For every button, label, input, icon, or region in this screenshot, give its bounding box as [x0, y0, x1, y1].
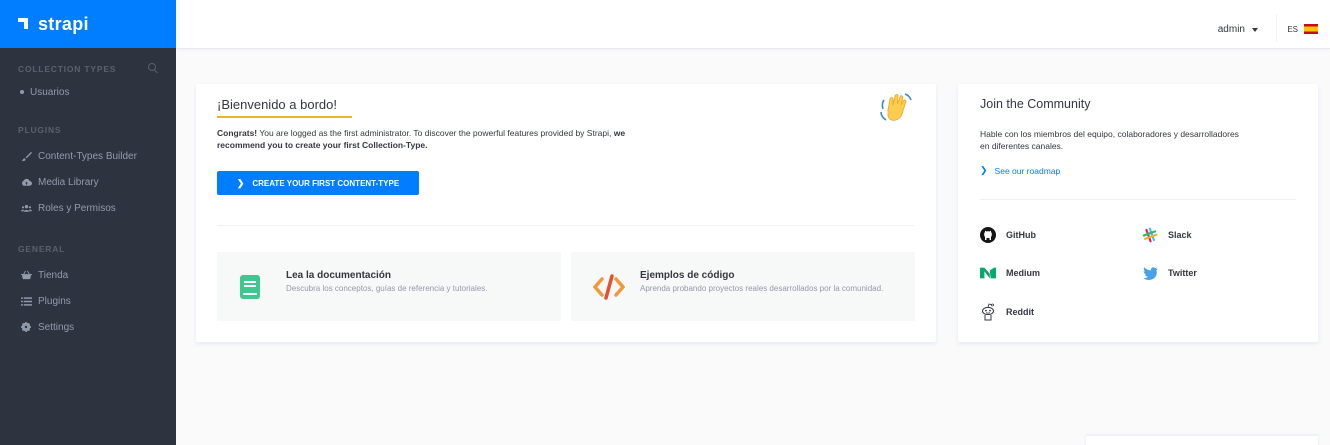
- reddit-link[interactable]: Reddit: [980, 303, 1034, 321]
- welcome-divider: [217, 225, 914, 226]
- list-icon: [18, 296, 34, 306]
- community-title: Join the Community: [980, 97, 1091, 111]
- sidebar-item-label: Settings: [38, 321, 75, 333]
- social-label: Medium: [1006, 268, 1041, 278]
- bullet-icon: [20, 90, 24, 94]
- book-icon: [239, 274, 261, 305]
- twitter-icon: [1142, 265, 1158, 281]
- search-icon[interactable]: [148, 63, 156, 71]
- roadmap-label: See our roadmap: [994, 165, 1061, 176]
- tile-subtitle: Descubra los conceptos, guías de referen…: [286, 284, 488, 293]
- shopping-basket-icon: [18, 270, 34, 280]
- welcome-card: ¡Bienvenido a bordo! Congrats! You are l…: [196, 84, 936, 342]
- github-icon: [980, 227, 996, 243]
- cloud-upload-icon: [18, 178, 34, 187]
- sidebar-item-label: Roles y Permisos: [38, 202, 116, 214]
- section-general: GENERAL: [18, 244, 66, 254]
- section-plugins: PLUGINS: [18, 125, 62, 135]
- roadmap-link[interactable]: ❯ See our roadmap: [980, 165, 1060, 176]
- sidebar-item-media-library[interactable]: Media Library: [0, 169, 176, 195]
- language-selector[interactable]: ES: [1287, 24, 1318, 34]
- cta-label: CREATE YOUR FIRST CONTENT-TYPE: [252, 178, 400, 188]
- congrats-text: Congrats!: [217, 128, 258, 138]
- community-divider: [980, 199, 1296, 200]
- title-underline: [217, 116, 352, 118]
- social-label: Twitter: [1168, 268, 1197, 278]
- sidebar-item-label: Media Library: [38, 176, 99, 188]
- code-icon: [592, 274, 626, 305]
- create-content-type-button[interactable]: ❯ CREATE YOUR FIRST CONTENT-TYPE: [217, 171, 419, 195]
- sidebar-item-roles-permisos[interactable]: Roles y Permisos: [0, 195, 176, 221]
- slack-link[interactable]: Slack: [1142, 227, 1192, 243]
- sidebar-item-label: Usuarios: [30, 86, 70, 98]
- users-icon: [18, 204, 34, 213]
- community-card: Join the Community Hable con los miembro…: [958, 84, 1318, 342]
- chevron-right-icon: ❯: [980, 165, 988, 175]
- medium-link[interactable]: Medium: [980, 265, 1040, 281]
- caret-down-icon: [1252, 27, 1258, 32]
- chevron-right-icon: ❯: [236, 177, 245, 188]
- bottom-panel: [1086, 436, 1318, 445]
- medium-icon: [980, 265, 996, 281]
- social-label: Slack: [1168, 230, 1192, 240]
- community-text: Hable con los miembros del equipo, colab…: [980, 129, 1239, 151]
- user-menu[interactable]: admin: [1218, 24, 1258, 35]
- header-divider: [1276, 14, 1277, 42]
- paint-brush-icon: [18, 151, 34, 162]
- language-code: ES: [1287, 24, 1298, 34]
- welcome-body: You are logged as the first administrato…: [257, 128, 614, 138]
- code-examples-tile[interactable]: Ejemplos de código Aprenda probando proy…: [571, 252, 915, 321]
- reddit-icon: [980, 303, 996, 321]
- sidebar-item-label: Plugins: [38, 295, 71, 307]
- social-label: GitHub: [1006, 230, 1036, 240]
- top-header: admin ES: [176, 0, 1330, 49]
- tile-title: Ejemplos de código: [640, 270, 735, 281]
- github-link[interactable]: GitHub: [980, 227, 1036, 243]
- tile-subtitle: Aprenda probando proyectos reales desarr…: [640, 284, 884, 293]
- user-name: admin: [1217, 24, 1245, 35]
- sidebar-item-tienda[interactable]: Tienda: [0, 262, 176, 288]
- brand-name: strapi: [38, 13, 89, 34]
- waving-hand-icon: [878, 90, 914, 126]
- brand-header[interactable]: strapi: [0, 0, 176, 48]
- twitter-link[interactable]: Twitter: [1142, 265, 1197, 281]
- sidebar-item-label: Content-Types Builder: [38, 150, 137, 162]
- spain-flag-icon: [1304, 24, 1318, 34]
- sidebar: strapi COLLECTION TYPES Usuarios PLUGINS…: [0, 0, 176, 445]
- sidebar-item-label: Tienda: [38, 269, 69, 281]
- sidebar-item-settings[interactable]: Settings: [0, 314, 176, 340]
- sidebar-item-plugins[interactable]: Plugins: [0, 288, 176, 314]
- welcome-text: Congrats! You are logged as the first ad…: [217, 127, 637, 151]
- welcome-title: ¡Bienvenido a bordo!: [217, 97, 337, 112]
- tile-title: Lea la documentación: [286, 270, 392, 281]
- slack-icon: [1142, 227, 1158, 243]
- sidebar-item-content-types-builder[interactable]: Content-Types Builder: [0, 143, 176, 169]
- sidebar-item-usuarios[interactable]: Usuarios: [0, 82, 176, 102]
- strapi-logo-icon: [18, 17, 32, 31]
- documentation-tile[interactable]: Lea la documentación Descubra los concep…: [217, 252, 561, 321]
- gear-icon: [18, 322, 34, 332]
- social-label: Reddit: [1006, 307, 1034, 317]
